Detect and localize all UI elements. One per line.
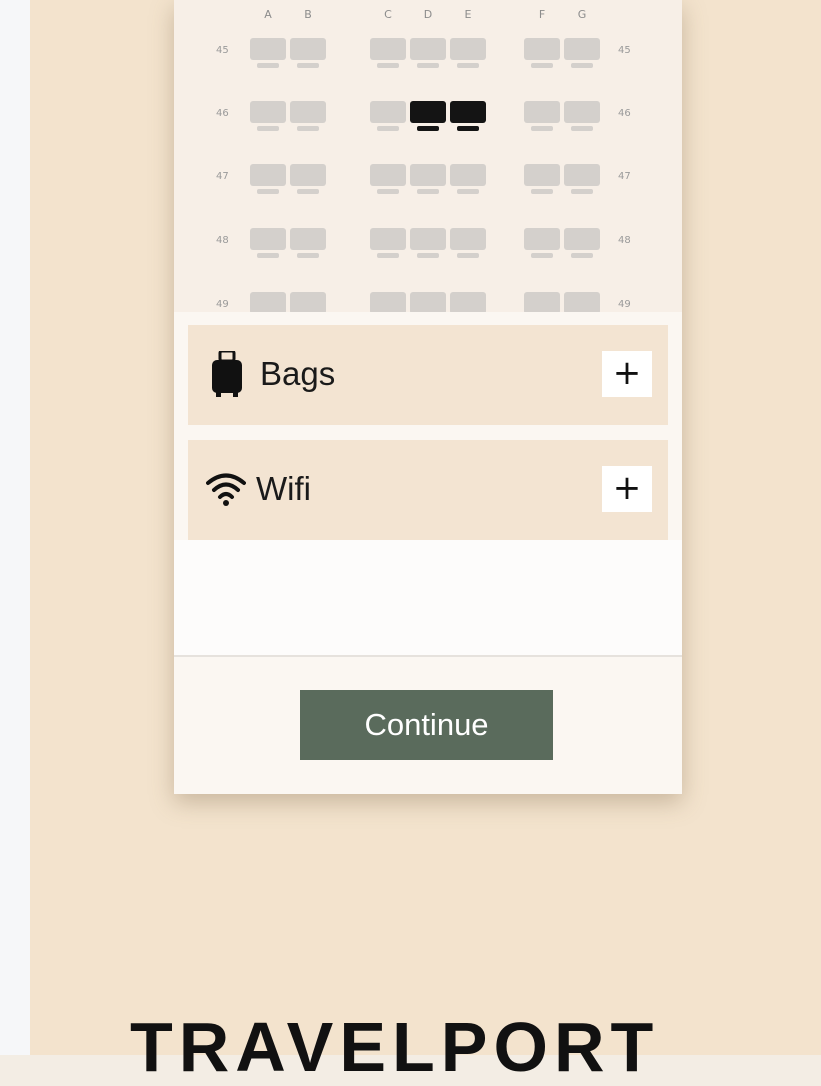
row-number-45-left: 45 bbox=[216, 45, 229, 56]
column-letter-b: B bbox=[304, 8, 312, 21]
row-number-45-right: 45 bbox=[618, 45, 631, 56]
seat-45d[interactable] bbox=[410, 38, 446, 68]
seat-46c[interactable] bbox=[370, 101, 406, 131]
booking-card: A B C D E F G 45 45 46 46 47 47 48 48 49 49 Bags + Wifi … bbox=[174, 0, 682, 794]
seat-47e[interactable] bbox=[450, 164, 486, 194]
seat-map[interactable]: A B C D E F G 45 45 46 46 47 47 48 48 49 49 bbox=[174, 0, 682, 312]
seat-45f[interactable] bbox=[524, 38, 560, 68]
seat-45g[interactable] bbox=[564, 38, 600, 68]
row-number-47-left: 47 bbox=[216, 171, 229, 182]
seat-49c[interactable] bbox=[370, 292, 406, 312]
seat-48d[interactable] bbox=[410, 228, 446, 258]
column-letter-g: G bbox=[577, 8, 587, 21]
column-letter-a: A bbox=[264, 8, 272, 21]
seat-45c[interactable] bbox=[370, 38, 406, 68]
wifi-icon bbox=[206, 473, 246, 506]
row-number-47-right: 47 bbox=[618, 171, 631, 182]
seat-47b[interactable] bbox=[290, 164, 326, 194]
seat-49a[interactable] bbox=[250, 292, 286, 312]
seat-45a[interactable] bbox=[250, 38, 286, 68]
column-letter-e: E bbox=[464, 8, 472, 21]
seat-49e[interactable] bbox=[450, 292, 486, 312]
seat-48g[interactable] bbox=[564, 228, 600, 258]
seat-48e[interactable] bbox=[450, 228, 486, 258]
row-number-48-left: 48 bbox=[216, 235, 229, 246]
travelport-logo: TRAVELPORT bbox=[130, 1008, 660, 1086]
seat-48f[interactable] bbox=[524, 228, 560, 258]
seat-46b[interactable] bbox=[290, 101, 326, 131]
addon-bags-label: Bags bbox=[260, 355, 336, 392]
footer-divider bbox=[174, 655, 682, 657]
seat-46f[interactable] bbox=[524, 101, 560, 131]
empty-area bbox=[174, 540, 682, 656]
left-margin bbox=[0, 0, 30, 1055]
seat-46g[interactable] bbox=[564, 101, 600, 131]
seat-45e[interactable] bbox=[450, 38, 486, 68]
row-number-49-left: 49 bbox=[216, 299, 229, 310]
seat-47c[interactable] bbox=[370, 164, 406, 194]
add-bags-button[interactable]: + bbox=[602, 351, 652, 397]
seat-46d[interactable] bbox=[410, 101, 446, 131]
seat-47f[interactable] bbox=[524, 164, 560, 194]
addon-bags[interactable]: Bags + bbox=[188, 325, 668, 425]
row-number-48-right: 48 bbox=[618, 235, 631, 246]
seat-47g[interactable] bbox=[564, 164, 600, 194]
row-number-46-right: 46 bbox=[618, 108, 631, 119]
seat-45b[interactable] bbox=[290, 38, 326, 68]
seat-49f[interactable] bbox=[524, 292, 560, 312]
seat-49g[interactable] bbox=[564, 292, 600, 312]
continue-button[interactable]: Continue bbox=[300, 690, 553, 760]
seat-48a[interactable] bbox=[250, 228, 286, 258]
row-number-46-left: 46 bbox=[216, 108, 229, 119]
column-letter-c: C bbox=[384, 8, 392, 21]
seat-48c[interactable] bbox=[370, 228, 406, 258]
seat-46a[interactable] bbox=[250, 101, 286, 131]
seat-49b[interactable] bbox=[290, 292, 326, 312]
seat-46e[interactable] bbox=[450, 101, 486, 131]
column-letter-f: F bbox=[538, 8, 546, 21]
add-wifi-button[interactable]: + bbox=[602, 466, 652, 512]
seat-49d[interactable] bbox=[410, 292, 446, 312]
row-number-49-right: 49 bbox=[618, 299, 631, 310]
column-letter-d: D bbox=[423, 8, 433, 21]
addon-wifi[interactable]: Wifi + bbox=[188, 440, 668, 540]
seat-47a[interactable] bbox=[250, 164, 286, 194]
luggage-icon bbox=[212, 351, 242, 397]
seat-48b[interactable] bbox=[290, 228, 326, 258]
seat-47d[interactable] bbox=[410, 164, 446, 194]
addon-wifi-label: Wifi bbox=[256, 470, 311, 507]
